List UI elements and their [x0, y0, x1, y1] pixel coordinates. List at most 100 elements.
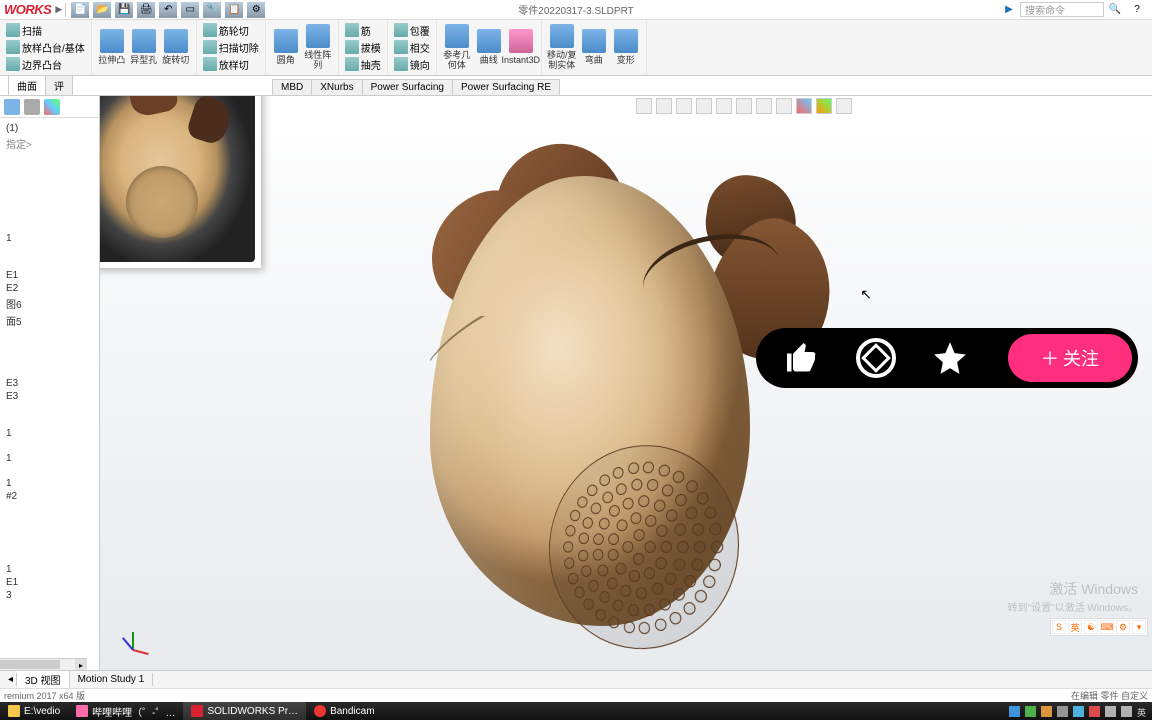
status-edit-mode: 在编辑 零件 自定义: [1071, 689, 1148, 702]
app-logo: WORKS: [0, 2, 55, 17]
ribbon-fillet[interactable]: 圆角: [270, 22, 302, 72]
tab-motion1[interactable]: Motion Study 1: [70, 673, 154, 686]
taskbar-explorer[interactable]: E:\vedio: [0, 702, 68, 720]
ribbon-linear-pattern[interactable]: 线性阵列: [302, 22, 334, 72]
tree-item: 1: [2, 477, 97, 490]
new-icon[interactable]: 📄: [71, 2, 89, 18]
play-icon[interactable]: ▶: [1000, 2, 1018, 18]
tree-item: E1: [2, 576, 97, 589]
document-title: 零件20220317-3.SLDPRT: [518, 2, 633, 17]
view-orient-icon[interactable]: [756, 98, 772, 114]
settings-dropdown-icon[interactable]: ⚙: [247, 2, 265, 18]
follow-button[interactable]: ＋关注: [1008, 334, 1132, 382]
tree-item: E3: [2, 390, 97, 403]
feature-tree[interactable]: (1) 指定> 1 E1 E2 图6 面5 E3 E3 1 1 1 #2 1 E…: [0, 118, 99, 606]
tree-item: 1: [2, 452, 97, 465]
print-dropdown-icon[interactable]: 🖨: [137, 2, 155, 18]
search-dropdown-icon[interactable]: 🔍: [1106, 2, 1124, 18]
ime-opt-icon: ▾: [1132, 620, 1146, 634]
options-icon[interactable]: 📋: [225, 2, 243, 18]
ribbon-wrap[interactable]: 包覆: [392, 22, 432, 38]
taskbar-bandicam[interactable]: Bandicam: [306, 702, 382, 720]
tree-item: 图6: [2, 295, 97, 312]
zoom-area-icon[interactable]: [656, 98, 672, 114]
tab-powersurf-re[interactable]: Power Surfacing RE: [452, 79, 560, 95]
ribbon-deform[interactable]: 变形: [610, 22, 642, 72]
orientation-triad[interactable]: [118, 620, 158, 660]
help-icon[interactable]: ?: [1128, 2, 1146, 18]
ribbon-hole[interactable]: 异型孔: [128, 22, 160, 72]
ribbon-sweep-cut[interactable]: 扫描切除: [201, 39, 261, 55]
cursor-icon: ↖: [860, 286, 872, 303]
ime-opt-icon: ⌨: [1100, 620, 1114, 634]
ribbon-revolve-cut[interactable]: 旋转切: [160, 22, 192, 72]
search-input[interactable]: 搜索命令: [1020, 2, 1104, 17]
rotate-icon[interactable]: [676, 98, 692, 114]
tree-item: 3: [2, 589, 97, 602]
tab-surface[interactable]: 曲面: [8, 75, 46, 95]
ribbon-rib[interactable]: 筋: [343, 22, 383, 38]
tab-xnurbs[interactable]: XNurbs: [311, 79, 362, 95]
taskbar-bilibili[interactable]: 哔哩哔哩（゜-゜…: [68, 702, 183, 720]
tree-item: E1: [2, 269, 97, 282]
ime-toolbar[interactable]: S 英 ☯ ⌨ ⚙ ▾: [1050, 618, 1148, 636]
ime-logo-icon: S: [1052, 620, 1066, 634]
windows-taskbar: E:\vedio 哔哩哔哩（゜-゜… SOLIDWORKS Pr… Bandic…: [0, 702, 1152, 720]
tray-wifi-icon: [1105, 706, 1116, 717]
ribbon-loft-cut[interactable]: 放样切: [201, 56, 261, 72]
tab-mbd[interactable]: MBD: [272, 79, 312, 95]
tree-tab-display-icon[interactable]: [44, 99, 60, 115]
section-icon[interactable]: [696, 98, 712, 114]
tab-powersurf[interactable]: Power Surfacing: [362, 79, 453, 95]
tree-item: 1: [2, 427, 97, 440]
ribbon-draft[interactable]: 拔模: [343, 39, 383, 55]
save-dropdown-icon[interactable]: 💾: [115, 2, 133, 18]
favorite-button[interactable]: [926, 334, 974, 382]
open-dropdown-icon[interactable]: 📂: [93, 2, 111, 18]
tree-item: 1: [2, 563, 97, 576]
undo-dropdown-icon[interactable]: ↶: [159, 2, 177, 18]
render-icon[interactable]: [816, 98, 832, 114]
tray-icon: [1041, 706, 1052, 717]
rebuild-icon[interactable]: 🔧: [203, 2, 221, 18]
tab-collapse[interactable]: ◂: [0, 673, 17, 686]
ribbon-rib-cut[interactable]: 筋轮切: [201, 22, 261, 38]
ime-opt-icon: ☯: [1084, 620, 1098, 634]
ribbon-mirror[interactable]: 镜向: [392, 56, 432, 72]
ribbon-curves[interactable]: 曲线: [473, 22, 505, 72]
zoom-fit-icon[interactable]: [636, 98, 652, 114]
status-bar: remium 2017 x64 版 在编辑 零件 自定义: [0, 688, 1152, 702]
ribbon-shell[interactable]: 抽壳: [343, 56, 383, 72]
tab-3dview[interactable]: 3D 视图: [17, 671, 70, 688]
tree-item: 面5: [2, 312, 97, 329]
ribbon-boundary[interactable]: 边界凸台: [4, 56, 87, 72]
tree-tab-feature-icon[interactable]: [4, 99, 20, 115]
ribbon-move-copy[interactable]: 移动/复制实体: [546, 22, 578, 72]
display-style-icon[interactable]: [716, 98, 732, 114]
tree-root: (1): [2, 122, 97, 135]
tab-eval[interactable]: 评: [45, 75, 73, 95]
tree-tab-config-icon[interactable]: [24, 99, 40, 115]
system-tray[interactable]: 英: [1009, 706, 1152, 717]
like-button[interactable]: [778, 334, 826, 382]
title-bar: WORKS ▶ 📄 📂 💾 🖨 ↶ ▭ 🔧 📋 ⚙ 零件20220317-3.S…: [0, 0, 1152, 20]
ribbon-intersect[interactable]: 相交: [392, 39, 432, 55]
ribbon-ref-geom[interactable]: 参考几何体: [441, 22, 473, 72]
ribbon-loft[interactable]: 放样凸台/基体: [4, 39, 87, 55]
coin-button[interactable]: [852, 334, 900, 382]
taskbar-solidworks[interactable]: SOLIDWORKS Pr…: [183, 702, 306, 720]
ribbon-instant3d[interactable]: Instant3D: [505, 22, 537, 72]
select-dropdown-icon[interactable]: ▭: [181, 2, 199, 18]
hide-show-icon[interactable]: [776, 98, 792, 114]
appearance-icon[interactable]: [796, 98, 812, 114]
tray-volume-icon: [1121, 706, 1132, 717]
status-version: remium 2017 x64 版: [4, 689, 85, 702]
tree-hscroll[interactable]: ▸: [0, 658, 87, 670]
ribbon-flex[interactable]: 弯曲: [578, 22, 610, 72]
ribbon-extrude-cut[interactable]: 拉伸凸: [96, 22, 128, 72]
tree-item: #2: [2, 490, 97, 503]
ime-opt-icon: ⚙: [1116, 620, 1130, 634]
screen-icon[interactable]: [836, 98, 852, 114]
scene-icon[interactable]: [736, 98, 752, 114]
ribbon-sweep[interactable]: 扫描: [4, 22, 87, 38]
